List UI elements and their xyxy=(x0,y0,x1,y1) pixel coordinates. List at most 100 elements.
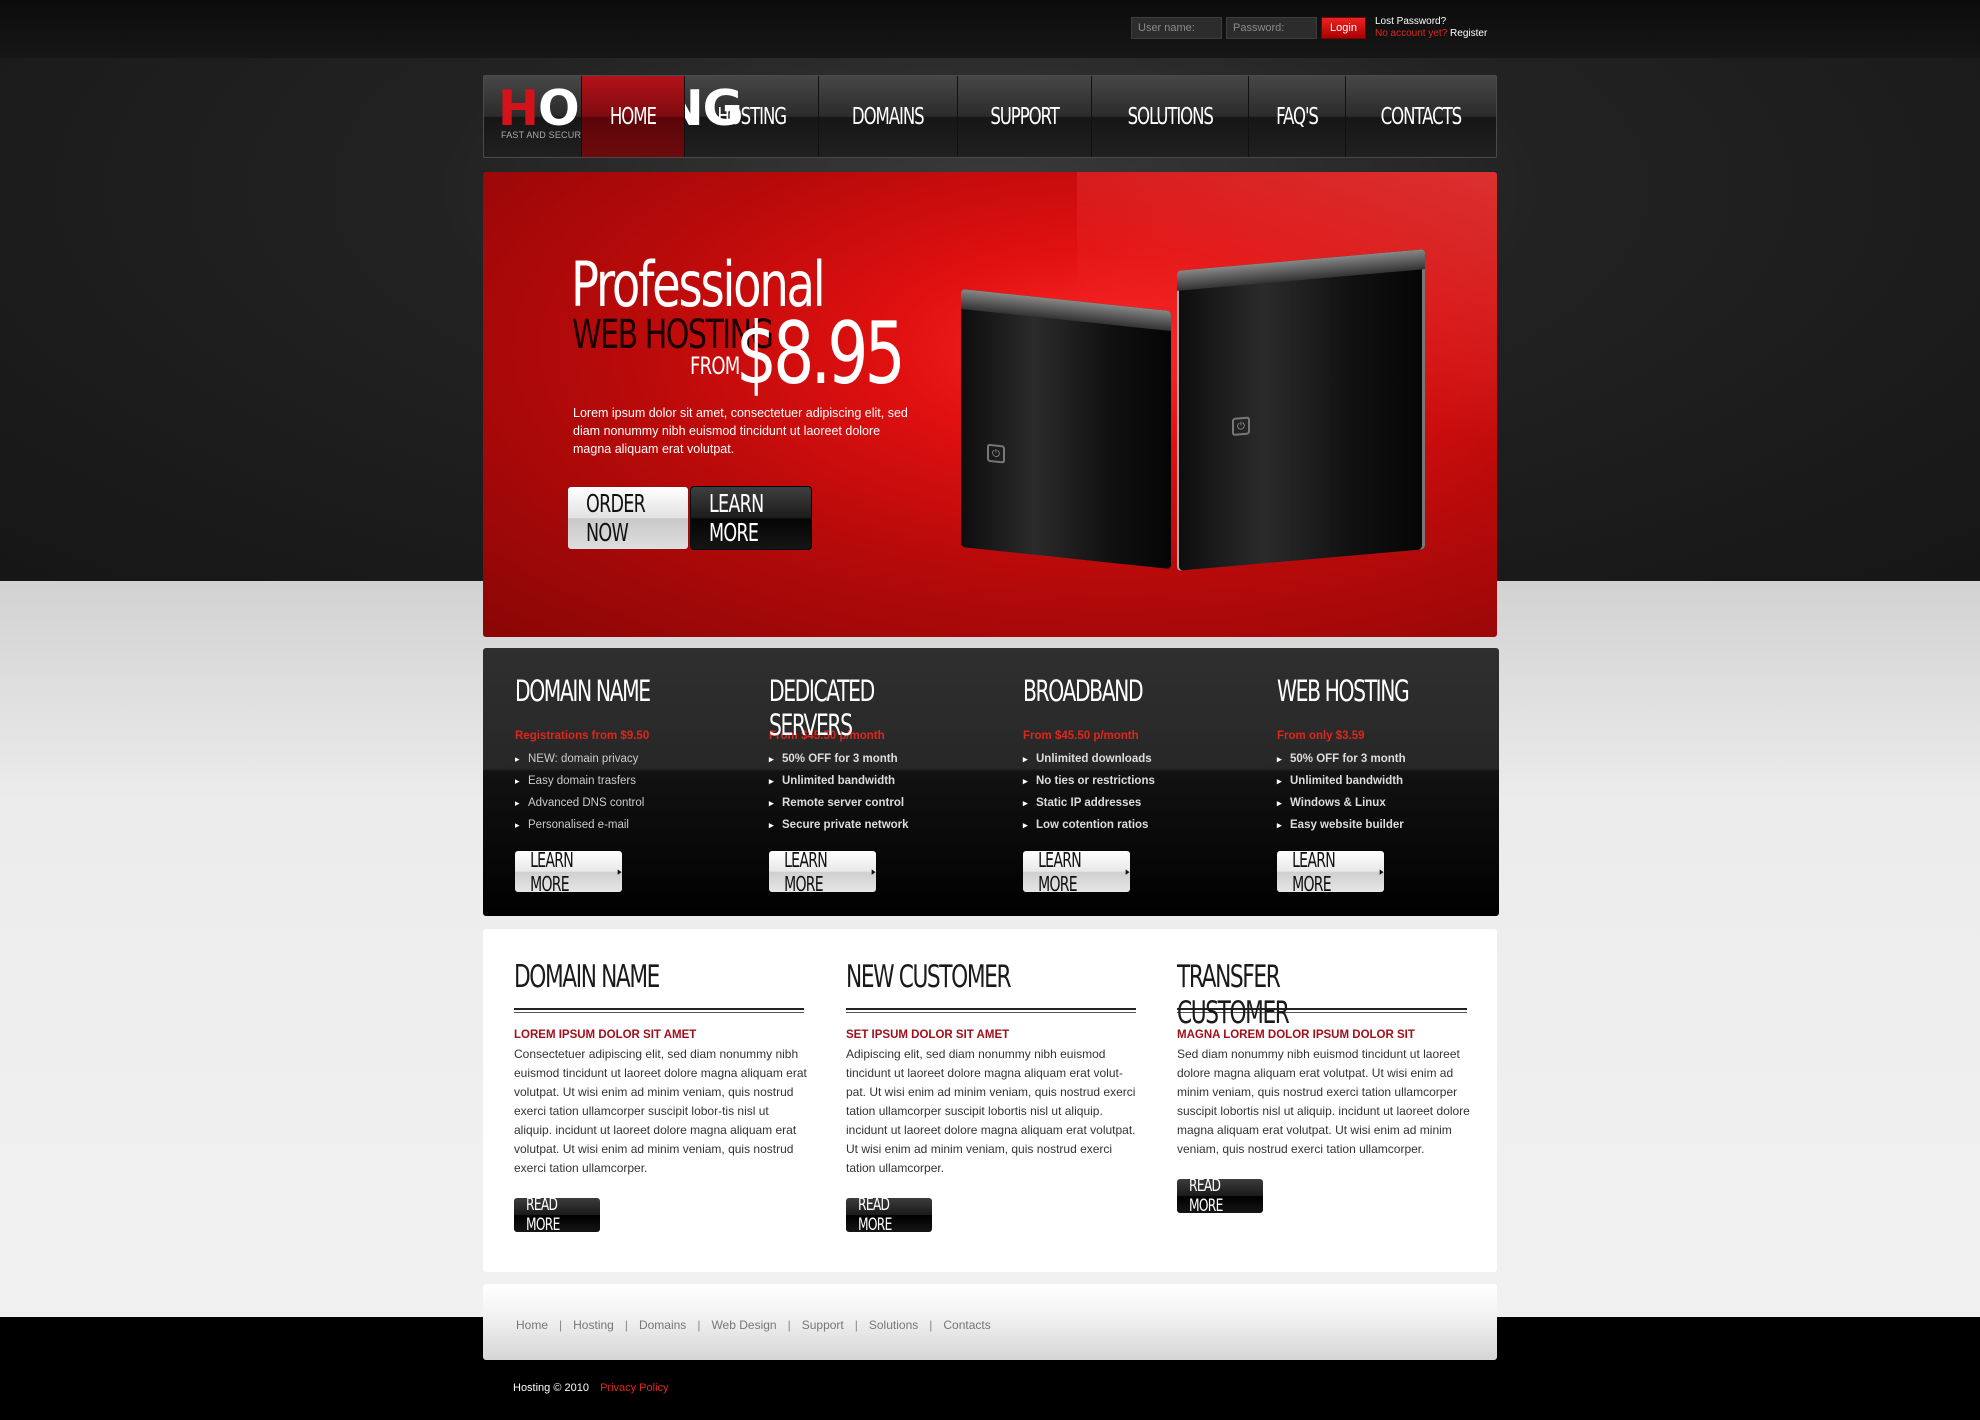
list-item: Personalised e-mail xyxy=(515,814,755,836)
order-now-button[interactable]: ORDER NOW xyxy=(567,486,689,550)
learn-more-button[interactable]: LEARN MORE ▸ xyxy=(515,848,622,896)
footer-link-home[interactable]: Home xyxy=(516,1318,548,1332)
separator: | xyxy=(854,1318,858,1332)
privacy-policy-link[interactable]: Privacy Policy xyxy=(600,1382,668,1394)
list-item: Easy domain trasfers xyxy=(515,770,755,792)
service-subtitle: From $45.50 p/month xyxy=(1023,730,1139,742)
no-account-text: No account yet? xyxy=(1375,28,1448,39)
service-dedicated-servers: DEDICATED SERVERS From $45.50 p/month 50… xyxy=(769,674,1009,896)
logo-first-letter: H xyxy=(498,80,539,137)
learn-more-button[interactable]: LEARN MORE ▸ xyxy=(1023,848,1130,896)
login-button[interactable]: Login xyxy=(1321,17,1366,39)
nav-solutions[interactable]: SOLUTIONS xyxy=(1090,76,1248,157)
learn-more-button[interactable]: LEARN MORE ▸ xyxy=(769,848,876,896)
power-icon: ⏻ xyxy=(987,443,1005,464)
list-item: Windows & Linux xyxy=(1277,792,1517,814)
list-item: No ties or restrictions xyxy=(1023,770,1263,792)
list-item: Static IP addresses xyxy=(1023,792,1263,814)
column-title: TRANSFER CUSTOMER xyxy=(1177,959,1290,1031)
column-subtitle: LOREM IPSUM DOLOR SIT AMET xyxy=(514,1029,697,1041)
nav-support[interactable]: SUPPORT xyxy=(956,76,1091,157)
learn-more-button[interactable]: LEARN MORE xyxy=(690,486,812,550)
read-more-button[interactable]: READ MORE xyxy=(514,1195,600,1235)
service-title: DEDICATED SERVERS xyxy=(769,674,875,742)
arrow-right-icon: ▸ xyxy=(1380,865,1384,878)
read-more-button[interactable]: READ MORE xyxy=(846,1195,932,1235)
service-web-hosting: WEB HOSTING From only $3.59 50% OFF for … xyxy=(1277,674,1517,896)
service-domain-name: DOMAIN NAME Registrations from $9.50 NEW… xyxy=(515,674,755,896)
list-item: Remote server control xyxy=(769,792,1009,814)
footer-link-domains[interactable]: Domains xyxy=(639,1318,686,1332)
copyright: Hosting © 2010 Privacy Policy xyxy=(513,1382,669,1394)
arrow-right-icon: ▸ xyxy=(1126,865,1130,878)
column-title: NEW CUSTOMER xyxy=(846,959,1012,995)
read-more-button[interactable]: READ MORE xyxy=(1177,1176,1263,1216)
main-nav: HOME HOSTING DOMAINS SUPPORT SOLUTIONS F… xyxy=(581,76,1496,157)
top-strip xyxy=(0,0,1980,58)
learn-more-button[interactable]: LEARN MORE ▸ xyxy=(1277,848,1384,896)
column-domain-name: DOMAIN NAME LOREM IPSUM DOLOR SIT AMET C… xyxy=(514,959,807,1235)
nav-home[interactable]: HOME xyxy=(581,76,684,157)
footer-link-solutions[interactable]: Solutions xyxy=(869,1318,918,1332)
footer-link-support[interactable]: Support xyxy=(802,1318,844,1332)
service-subtitle: Registrations from $9.50 xyxy=(515,730,650,742)
footer-link-contacts[interactable]: Contacts xyxy=(943,1318,990,1332)
list-item: Unlimited bandwidth xyxy=(769,770,1009,792)
column-text: Consectetuer adipiscing elit, sed diam n… xyxy=(514,1047,807,1175)
server-image: ⏻ xyxy=(1177,249,1425,571)
footer-nav: Home | Hosting | Domains | Web Design | Supp… xyxy=(483,1284,1497,1360)
nav-faqs[interactable]: FAQ'S xyxy=(1248,76,1345,157)
password-input[interactable] xyxy=(1226,17,1317,39)
separator: | xyxy=(697,1318,701,1332)
separator: | xyxy=(559,1318,563,1332)
separator: | xyxy=(624,1318,628,1332)
copyright-text: Hosting © 2010 xyxy=(513,1382,589,1394)
divider xyxy=(846,1008,1136,1013)
login-form: Login Lost Password? No account yet? Reg… xyxy=(1131,16,1487,40)
arrow-right-icon: ▸ xyxy=(872,865,876,878)
list-item: 50% OFF for 3 month xyxy=(769,748,1009,770)
username-input[interactable] xyxy=(1131,17,1222,39)
column-subtitle: SET IPSUM DOLOR SIT AMET xyxy=(846,1029,1010,1041)
service-title: BROADBAND xyxy=(1023,674,1144,708)
service-list: 50% OFF for 3 month Unlimited bandwidth … xyxy=(1277,748,1517,836)
list-item: Low cotention ratios xyxy=(1023,814,1263,836)
service-title: DOMAIN NAME xyxy=(515,674,651,708)
service-subtitle: From only $3.59 xyxy=(1277,730,1365,742)
list-item: Unlimited bandwidth xyxy=(1277,770,1517,792)
arrow-right-icon: ▸ xyxy=(618,865,622,878)
site-header: HOSTING FAST AND SECURE SERVERS HOME HOS… xyxy=(483,75,1497,158)
lost-password-link[interactable]: Lost Password? xyxy=(1375,16,1487,28)
nav-domains[interactable]: DOMAINS xyxy=(818,76,956,157)
account-links: Lost Password? No account yet? Register xyxy=(1375,16,1487,40)
list-item: 50% OFF for 3 month xyxy=(1277,748,1517,770)
column-title: DOMAIN NAME xyxy=(514,959,660,995)
divider xyxy=(514,1008,804,1013)
nav-hosting[interactable]: HOSTING xyxy=(683,76,818,157)
column-text: Sed diam nonummy nibh euismod tincidunt … xyxy=(1177,1047,1470,1156)
content-panel: DOMAIN NAME LOREM IPSUM DOLOR SIT AMET C… xyxy=(483,929,1497,1272)
service-title: WEB HOSTING xyxy=(1277,674,1410,708)
server-image: ⏻ xyxy=(961,288,1171,570)
service-list: 50% OFF for 3 month Unlimited bandwidth … xyxy=(769,748,1009,836)
hero-text: Lorem ipsum dolor sit amet, consectetuer… xyxy=(573,406,908,456)
column-transfer-customer: TRANSFER CUSTOMER MAGNA LOREM DOLOR IPSU… xyxy=(1177,959,1470,1216)
service-list: NEW: domain privacy Easy domain trasfers… xyxy=(515,748,755,836)
list-item: Unlimited downloads xyxy=(1023,748,1263,770)
list-item: Easy website builder xyxy=(1277,814,1517,836)
nav-contacts[interactable]: CONTACTS xyxy=(1345,76,1496,157)
separator: | xyxy=(929,1318,933,1332)
service-broadband: BROADBAND From $45.50 p/month Unlimited … xyxy=(1023,674,1263,896)
register-link[interactable]: Register xyxy=(1450,28,1487,39)
footer-link-hosting[interactable]: Hosting xyxy=(573,1318,614,1332)
list-item: Secure private network xyxy=(769,814,1009,836)
hero-banner: Professional WEB HOSTING FROM $8.95 Lore… xyxy=(483,172,1497,637)
list-item: NEW: domain privacy xyxy=(515,748,755,770)
power-icon: ⏻ xyxy=(1232,416,1250,437)
list-item: Advanced DNS control xyxy=(515,792,755,814)
hero-price: $8.95 xyxy=(736,304,906,404)
separator: | xyxy=(787,1318,791,1332)
column-new-customer: NEW CUSTOMER SET IPSUM DOLOR SIT AMET Ad… xyxy=(846,959,1138,1235)
service-list: Unlimited downloads No ties or restricti… xyxy=(1023,748,1263,836)
footer-link-web-design[interactable]: Web Design xyxy=(711,1318,776,1332)
